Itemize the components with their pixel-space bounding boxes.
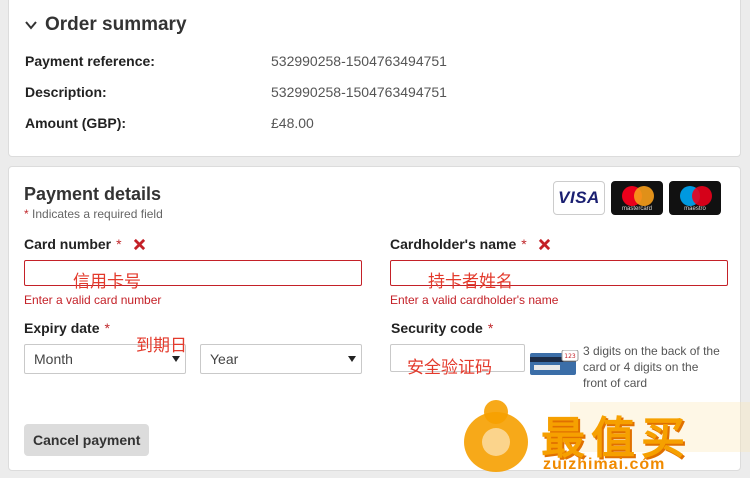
cardholder-name-error: Enter a valid cardholder's name	[390, 293, 559, 307]
card-number-label: Card number *	[24, 236, 146, 252]
expiry-date-label: Expiry date *	[24, 320, 110, 336]
description-value: 532990258-1504763494751	[271, 84, 447, 100]
cardholder-name-label: Cardholder's name *	[390, 236, 551, 252]
svg-text:123: 123	[564, 353, 576, 360]
description-label: Description:	[25, 84, 107, 100]
chevron-down-icon	[25, 21, 37, 30]
order-summary-panel: Order summary Payment reference: 5329902…	[8, 0, 741, 157]
dropdown-caret-icon	[348, 356, 356, 362]
dropdown-caret-icon	[172, 356, 180, 362]
order-summary-title: Order summary	[45, 14, 187, 35]
amount-label: Amount (GBP):	[25, 115, 127, 131]
payment-details-title: Payment details	[24, 184, 162, 204]
security-code-label: Security code *	[391, 320, 494, 336]
error-x-icon	[538, 238, 550, 250]
maestro-logo: maestro	[669, 181, 721, 215]
cardholder-annotation: 持卡者姓名	[428, 272, 513, 292]
card-number-error: Enter a valid card number	[24, 293, 162, 307]
card-number-annotation: 信用卡号	[73, 272, 141, 292]
cancel-payment-button[interactable]: Cancel payment	[24, 424, 150, 456]
watermark-url: zuizhimai.cóm	[543, 456, 666, 473]
expiry-month-value: Month	[34, 351, 73, 367]
required-field-note: * Indicates a required field	[24, 207, 163, 221]
accepted-cards: VISA mastercard maestro	[553, 181, 721, 215]
amount-value: £48.00	[271, 115, 314, 131]
expiry-year-value: Year	[210, 351, 239, 367]
security-code-card-icon: 123	[530, 350, 579, 375]
error-x-icon	[133, 238, 145, 250]
payment-reference-value: 532990258-1504763494751	[271, 53, 447, 69]
payment-reference-label: Payment reference:	[25, 53, 155, 69]
order-summary-toggle[interactable]: Order summary	[25, 14, 187, 36]
security-code-help: 3 digits on the back of the card or 4 di…	[583, 344, 720, 390]
security-code-annotation: 安全验证码	[407, 358, 492, 378]
expiry-annotation: 到期日	[136, 336, 187, 356]
visa-logo: VISA	[553, 181, 605, 215]
mastercard-logo: mastercard	[611, 181, 663, 215]
expiry-year-select[interactable]: Year	[200, 344, 362, 374]
